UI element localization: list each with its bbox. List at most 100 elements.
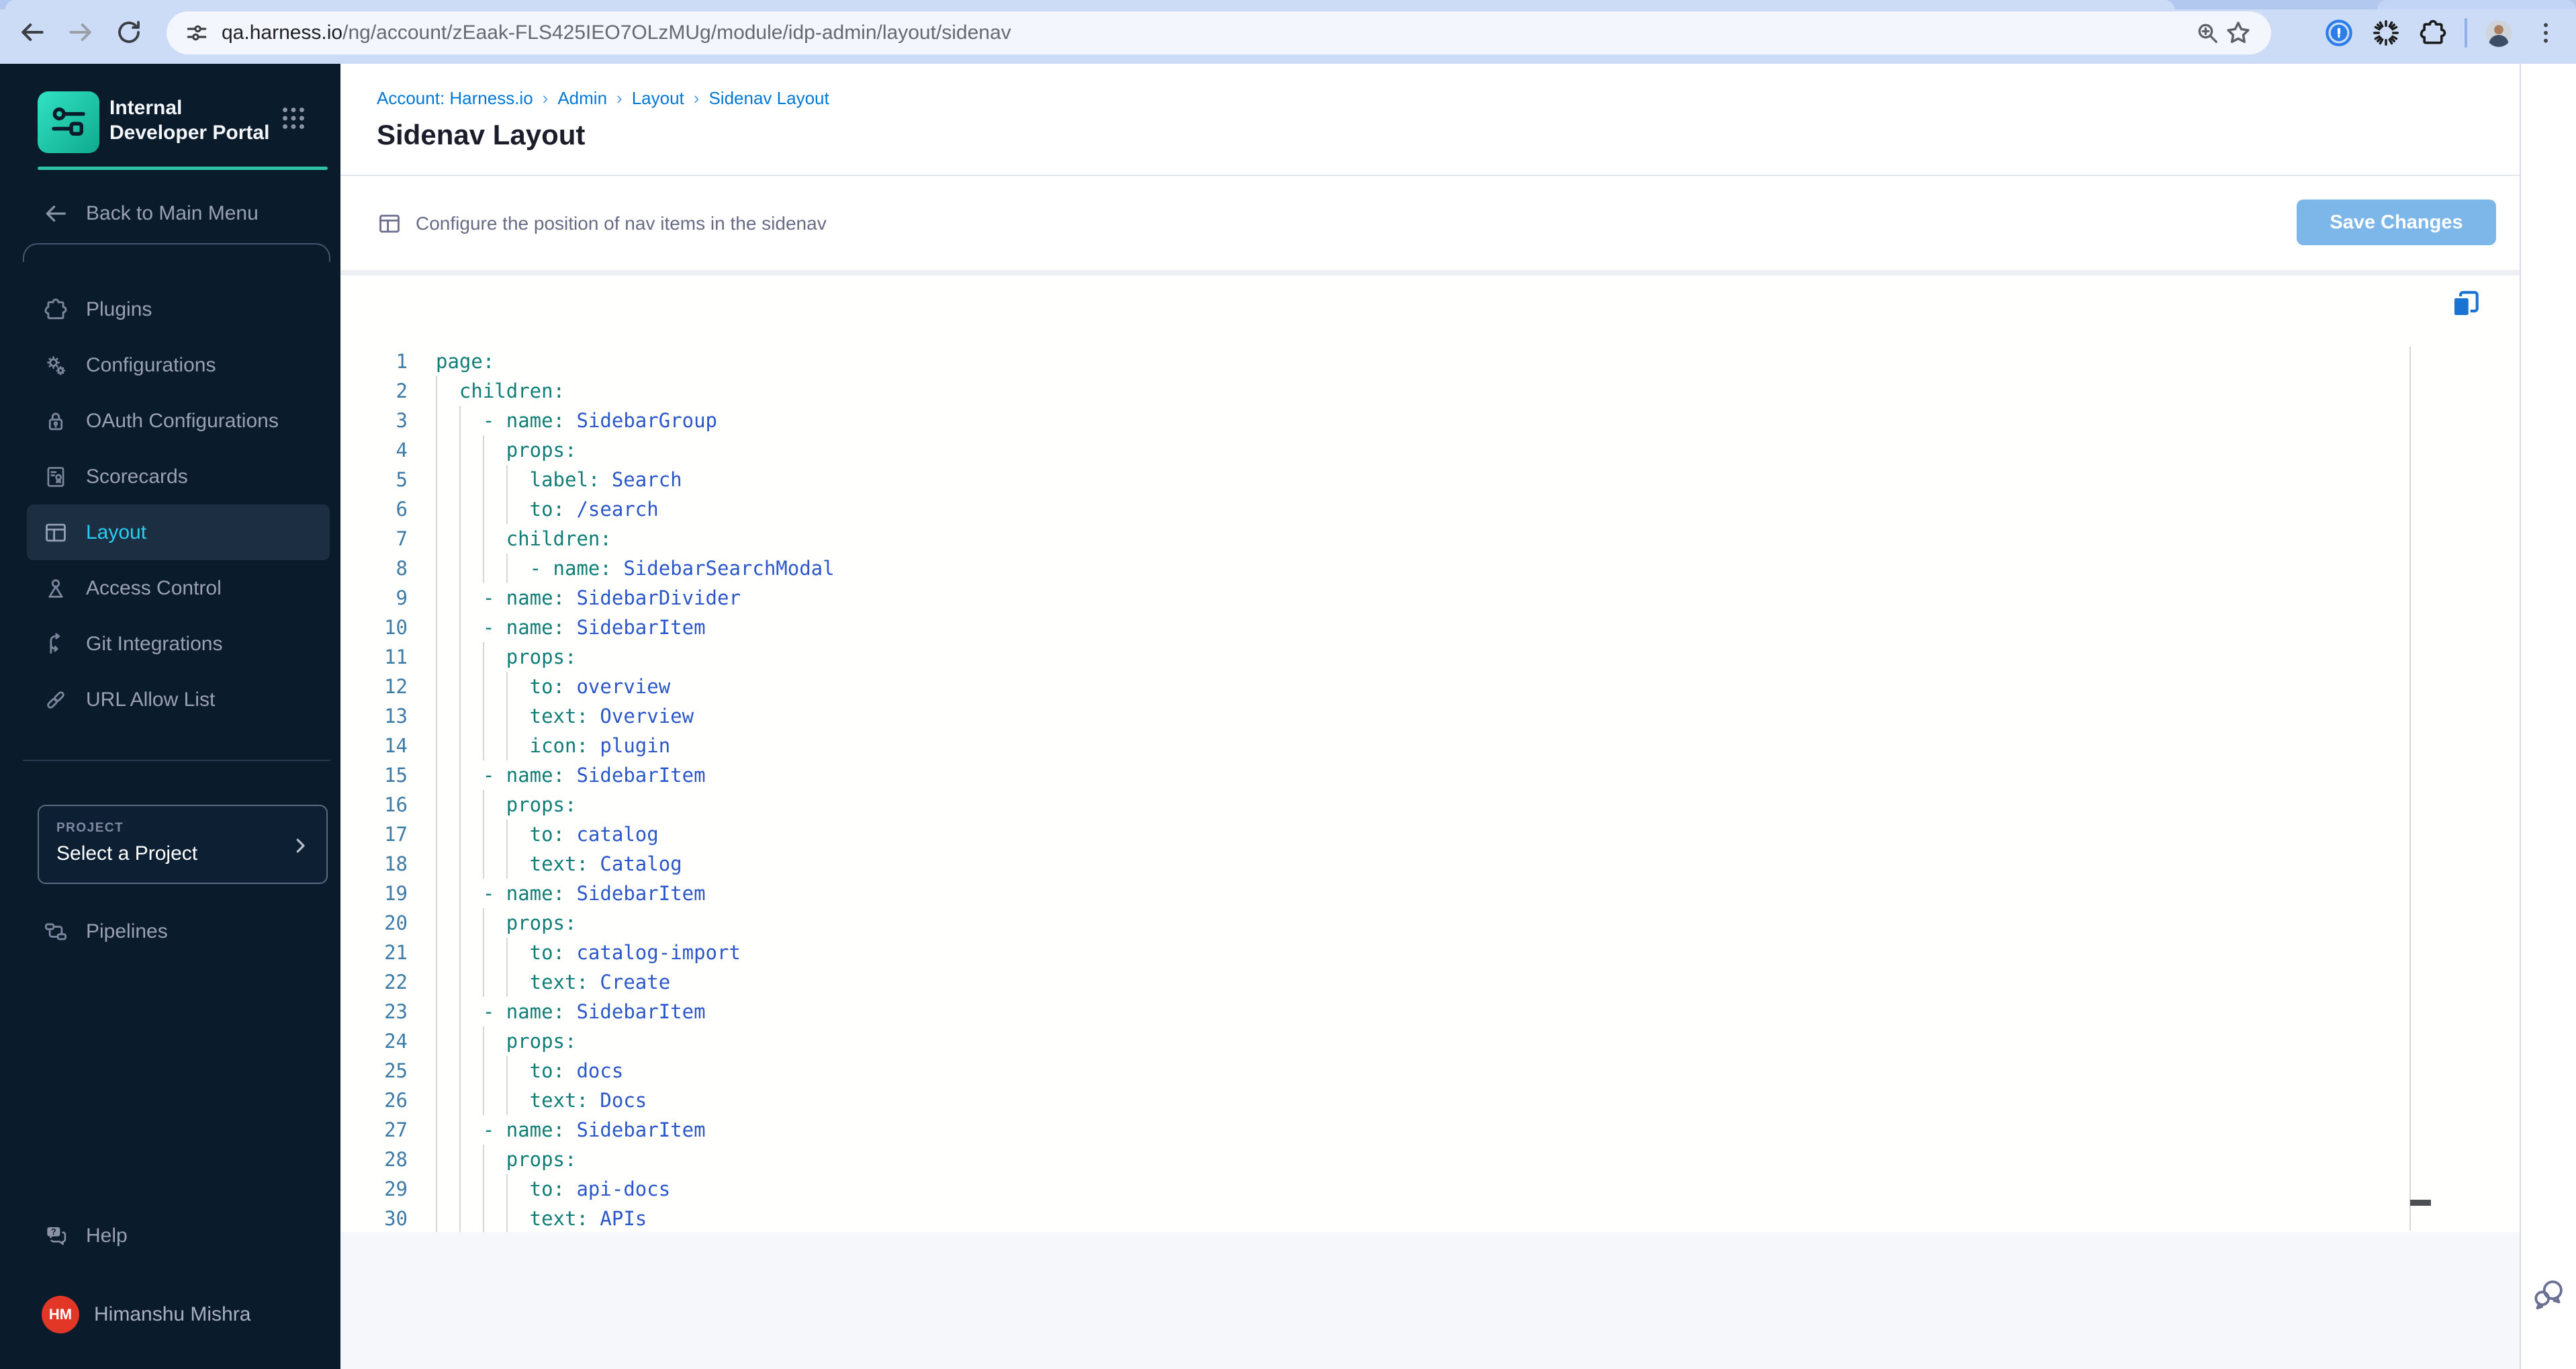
chrome-menu-icon[interactable] bbox=[2530, 17, 2561, 48]
code-text: - name: SidebarGroup bbox=[436, 406, 717, 435]
line-number: 15 bbox=[384, 764, 408, 787]
user-account[interactable]: HM Himanshu Mishra bbox=[0, 1294, 340, 1335]
indent-guide bbox=[482, 820, 506, 849]
indent-guide bbox=[482, 967, 506, 997]
code-line: 22 text: Create bbox=[340, 967, 2409, 997]
indent-guide bbox=[436, 908, 459, 938]
sidebar-item-oauth-configurations[interactable]: OAuth Configurations bbox=[0, 393, 340, 449]
code-area[interactable]: 1 page: 2 children: 3 - name: SidebarGroup 4 pr… bbox=[340, 347, 2409, 1233]
sidebar-item-plugins[interactable]: Plugins bbox=[0, 281, 340, 337]
breadcrumb-separator: › bbox=[616, 88, 623, 108]
sidebar-item-label: OAuth Configurations bbox=[86, 409, 279, 432]
indent-guide bbox=[482, 672, 506, 701]
user-name: Himanshu Mishra bbox=[94, 1303, 251, 1325]
code-line: 21 to: catalog-import bbox=[340, 938, 2409, 967]
back-button[interactable] bbox=[17, 17, 47, 47]
toolbar-editor-gap bbox=[340, 270, 2520, 275]
code-text: text: Catalog bbox=[436, 849, 682, 879]
nav-group-outline bbox=[23, 243, 330, 262]
editor-scrollbar-thumb[interactable] bbox=[2410, 1200, 2431, 1206]
sidebar-item-scorecards[interactable]: Scorecards bbox=[0, 449, 340, 504]
puzzle-icon bbox=[43, 297, 68, 322]
idp-logo bbox=[38, 91, 99, 153]
svg-text:?: ? bbox=[51, 1227, 56, 1237]
sidebar-item-help[interactable]: ? Help bbox=[0, 1221, 340, 1251]
git-icon bbox=[43, 631, 68, 657]
adjacent-tab[interactable] bbox=[2377, 0, 2576, 9]
copy-icon[interactable] bbox=[2448, 288, 2482, 321]
indent-guide bbox=[482, 1026, 506, 1056]
arrow-left-icon bbox=[43, 201, 68, 226]
indent-guide bbox=[459, 701, 483, 731]
back-to-main-menu[interactable]: Back to Main Menu bbox=[0, 199, 340, 228]
indent-guide bbox=[436, 1086, 459, 1115]
reload-button[interactable] bbox=[114, 17, 144, 47]
breadcrumb-separator: › bbox=[693, 88, 700, 108]
right-rail bbox=[2520, 64, 2576, 1369]
breadcrumb-link[interactable]: Admin bbox=[557, 88, 607, 109]
line-number: 1 bbox=[396, 350, 408, 373]
forward-button[interactable] bbox=[66, 17, 95, 47]
breadcrumb-link[interactable]: Account: Harness.io bbox=[377, 88, 533, 109]
code-line: 26 text: Docs bbox=[340, 1086, 2409, 1115]
project-selector[interactable]: PROJECT Select a Project bbox=[38, 805, 328, 884]
chrome-separator bbox=[2465, 18, 2467, 48]
active-tab[interactable] bbox=[5, 0, 2174, 9]
code-text: props: bbox=[436, 908, 576, 938]
sidebar-item-configurations[interactable]: Configurations bbox=[0, 337, 340, 393]
line-number: 11 bbox=[384, 646, 408, 668]
profile-avatar[interactable] bbox=[2483, 17, 2514, 48]
code-line: 11 props: bbox=[340, 642, 2409, 672]
indent-guide bbox=[436, 1204, 459, 1233]
code-text: label: Search bbox=[436, 465, 682, 494]
indent-guide bbox=[459, 524, 483, 554]
sidebar-item-label: Plugins bbox=[86, 298, 152, 320]
breadcrumb-link[interactable]: Sidenav Layout bbox=[708, 88, 829, 109]
app-grid-icon[interactable] bbox=[278, 103, 309, 134]
chat-bubbles-icon[interactable] bbox=[2530, 1276, 2567, 1313]
sidebar-item-git-integrations[interactable]: Git Integrations bbox=[0, 616, 340, 672]
yaml-editor[interactable]: 1 page: 2 children: 3 - name: SidebarGroup 4 pr… bbox=[340, 275, 2520, 1233]
indent-guide bbox=[459, 435, 483, 465]
lock-icon bbox=[43, 408, 68, 434]
sidebar-item-label: Scorecards bbox=[86, 465, 188, 488]
zoom-page-icon[interactable] bbox=[2192, 17, 2223, 48]
indent-guide bbox=[459, 1026, 483, 1056]
pipelines-label: Pipelines bbox=[86, 920, 168, 942]
save-changes-button[interactable]: Save Changes bbox=[2297, 200, 2496, 245]
indent-guide bbox=[482, 524, 506, 554]
sidebar-item-url-allow-list[interactable]: URL Allow List bbox=[0, 672, 340, 727]
line-number: 12 bbox=[384, 675, 408, 698]
code-text: - name: SidebarItem bbox=[436, 613, 706, 642]
code-text: text: Create bbox=[436, 967, 670, 997]
extensions-puzzle-icon[interactable] bbox=[2418, 17, 2448, 48]
sidebar-item-pipelines[interactable]: Pipelines bbox=[0, 917, 340, 946]
indent-guide bbox=[459, 731, 483, 760]
bookmark-star-icon[interactable] bbox=[2223, 17, 2254, 48]
indent-guide bbox=[506, 494, 530, 524]
content-background bbox=[340, 1232, 2520, 1369]
extension-spinner-icon[interactable] bbox=[2371, 17, 2401, 48]
line-number: 8 bbox=[396, 557, 408, 580]
indent-guide bbox=[506, 1056, 530, 1086]
site-settings-icon[interactable] bbox=[184, 20, 210, 46]
pipelines-icon bbox=[43, 919, 68, 944]
code-text: page: bbox=[436, 350, 495, 373]
code-text: children: bbox=[436, 524, 612, 554]
indent-guide bbox=[436, 820, 459, 849]
layout-icon bbox=[377, 211, 402, 236]
indent-guide bbox=[436, 613, 459, 642]
indent-guide bbox=[436, 938, 459, 967]
url-bar[interactable]: qa.harness.io/ng/account/zEaak-FLS425IEO… bbox=[167, 11, 2271, 54]
page-title: Sidenav Layout bbox=[377, 119, 586, 150]
indent-guide bbox=[436, 849, 459, 879]
indent-guide bbox=[506, 554, 530, 583]
sidebar: Internal Developer Portal Back to Main M… bbox=[0, 64, 340, 1369]
sidebar-item-access-control[interactable]: Access Control bbox=[0, 560, 340, 616]
code-line: 3 - name: SidebarGroup bbox=[340, 406, 2409, 435]
breadcrumb-link[interactable]: Layout bbox=[632, 88, 684, 109]
code-line: 8 - name: SidebarSearchModal bbox=[340, 554, 2409, 583]
sidebar-item-layout[interactable]: Layout bbox=[27, 504, 330, 560]
breadcrumb-separator: › bbox=[542, 88, 549, 108]
password-manager-icon[interactable] bbox=[2324, 17, 2354, 48]
